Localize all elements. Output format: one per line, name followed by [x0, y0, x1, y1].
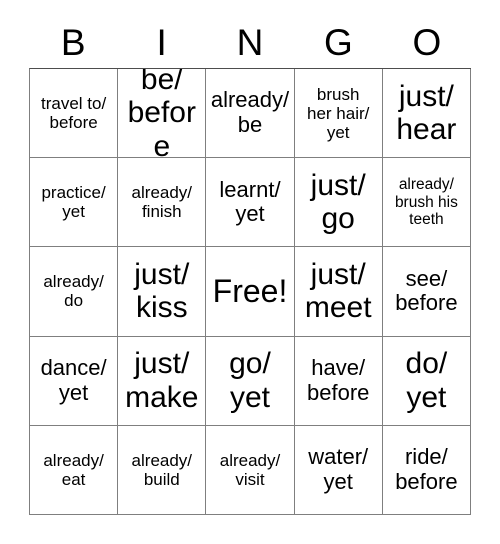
header-letter-i: I: [156, 21, 167, 63]
bingo-cell-label: be/ before: [127, 69, 196, 159]
bingo-cell-r2c1[interactable]: practice/ yet: [30, 158, 119, 248]
bingo-cell-label: do/ yet: [405, 347, 448, 414]
header-letter-n: N: [236, 21, 264, 63]
bingo-cell-r4c5[interactable]: do/ yet: [382, 336, 471, 426]
bingo-cell-r2c5[interactable]: already/ brush his teeth: [382, 158, 471, 248]
bingo-cell-label: see/ before: [395, 265, 458, 316]
bingo-cell-r3c4[interactable]: just/ meet: [294, 247, 383, 337]
header-letter-g: G: [324, 21, 353, 63]
bingo-cell-label: already/ visit: [219, 450, 281, 489]
bingo-cell-r5c3[interactable]: already/ visit: [206, 425, 295, 515]
bingo-cell-r3c5[interactable]: see/ before: [382, 247, 471, 337]
bingo-cell-label: brush her hair/ yet: [307, 84, 370, 142]
bingo-cell-label: already/ brush his teeth: [394, 176, 458, 228]
bingo-cell-label: just/ meet: [304, 257, 372, 325]
header-letter-b: B: [60, 21, 86, 63]
bingo-cell-label: just/ hear: [396, 79, 457, 147]
bingo-cell-r1c1[interactable]: travel to/ before: [30, 69, 119, 159]
bingo-cell-label: just/ make: [125, 347, 199, 414]
bingo-cell-label: ride/ before: [395, 444, 458, 494]
bingo-cell-label: dance/ yet: [40, 355, 107, 405]
bingo-cell-label: just/ kiss: [134, 257, 190, 325]
bingo-cell-r3c2[interactable]: just/ kiss: [118, 247, 207, 337]
bingo-cell-r1c5[interactable]: just/ hear: [382, 69, 471, 159]
bingo-cell-label: Free!: [212, 272, 288, 309]
bingo-cell-label: already/ eat: [43, 450, 104, 489]
bingo-cell-label: already/ be: [210, 87, 290, 138]
bingo-cell-label: just/ go: [310, 168, 366, 236]
bingo-header: B I N G O: [29, 16, 471, 68]
bingo-card: B I N G O travel to/ before be/ before alr…: [0, 0, 500, 544]
bingo-cell-label: travel to/ before: [40, 94, 107, 133]
bingo-cell-label: go/ yet: [229, 347, 271, 414]
bingo-cell-label: learnt/ yet: [219, 176, 281, 227]
bingo-cell-r2c2[interactable]: already/ finish: [118, 158, 207, 248]
bingo-cell-r1c4[interactable]: brush her hair/ yet: [294, 69, 383, 159]
bingo-cell-r3c3[interactable]: Free!: [206, 247, 295, 337]
bingo-cell-label: practice/ yet: [41, 183, 106, 222]
bingo-cell-label: have/ before: [307, 355, 370, 405]
bingo-grid: travel to/ before be/ before already/ be br…: [29, 68, 471, 515]
bingo-cell-label: already/ finish: [131, 183, 193, 222]
bingo-cell-r2c4[interactable]: just/ go: [294, 158, 383, 248]
bingo-cell-r4c3[interactable]: go/ yet: [206, 336, 295, 426]
bingo-cell-r1c2[interactable]: be/ before: [118, 69, 207, 159]
bingo-cell-r4c1[interactable]: dance/ yet: [30, 336, 119, 426]
bingo-cell-r1c3[interactable]: already/ be: [206, 69, 295, 159]
bingo-cell-r5c1[interactable]: already/ eat: [30, 425, 119, 515]
bingo-cell-r2c3[interactable]: learnt/ yet: [206, 158, 295, 248]
bingo-cell-label: already/ build: [131, 450, 193, 489]
bingo-cell-r5c2[interactable]: already/ build: [118, 425, 207, 515]
bingo-cell-label: water/ yet: [308, 444, 369, 494]
bingo-cell-r4c2[interactable]: just/ make: [118, 336, 207, 426]
bingo-cell-r3c1[interactable]: already/ do: [30, 247, 119, 337]
bingo-cell-r5c5[interactable]: ride/ before: [382, 425, 471, 515]
bingo-cell-r5c4[interactable]: water/ yet: [294, 425, 383, 515]
bingo-cell-label: already/ do: [43, 272, 104, 311]
bingo-cell-r4c4[interactable]: have/ before: [294, 336, 383, 426]
header-letter-o: O: [412, 21, 442, 63]
